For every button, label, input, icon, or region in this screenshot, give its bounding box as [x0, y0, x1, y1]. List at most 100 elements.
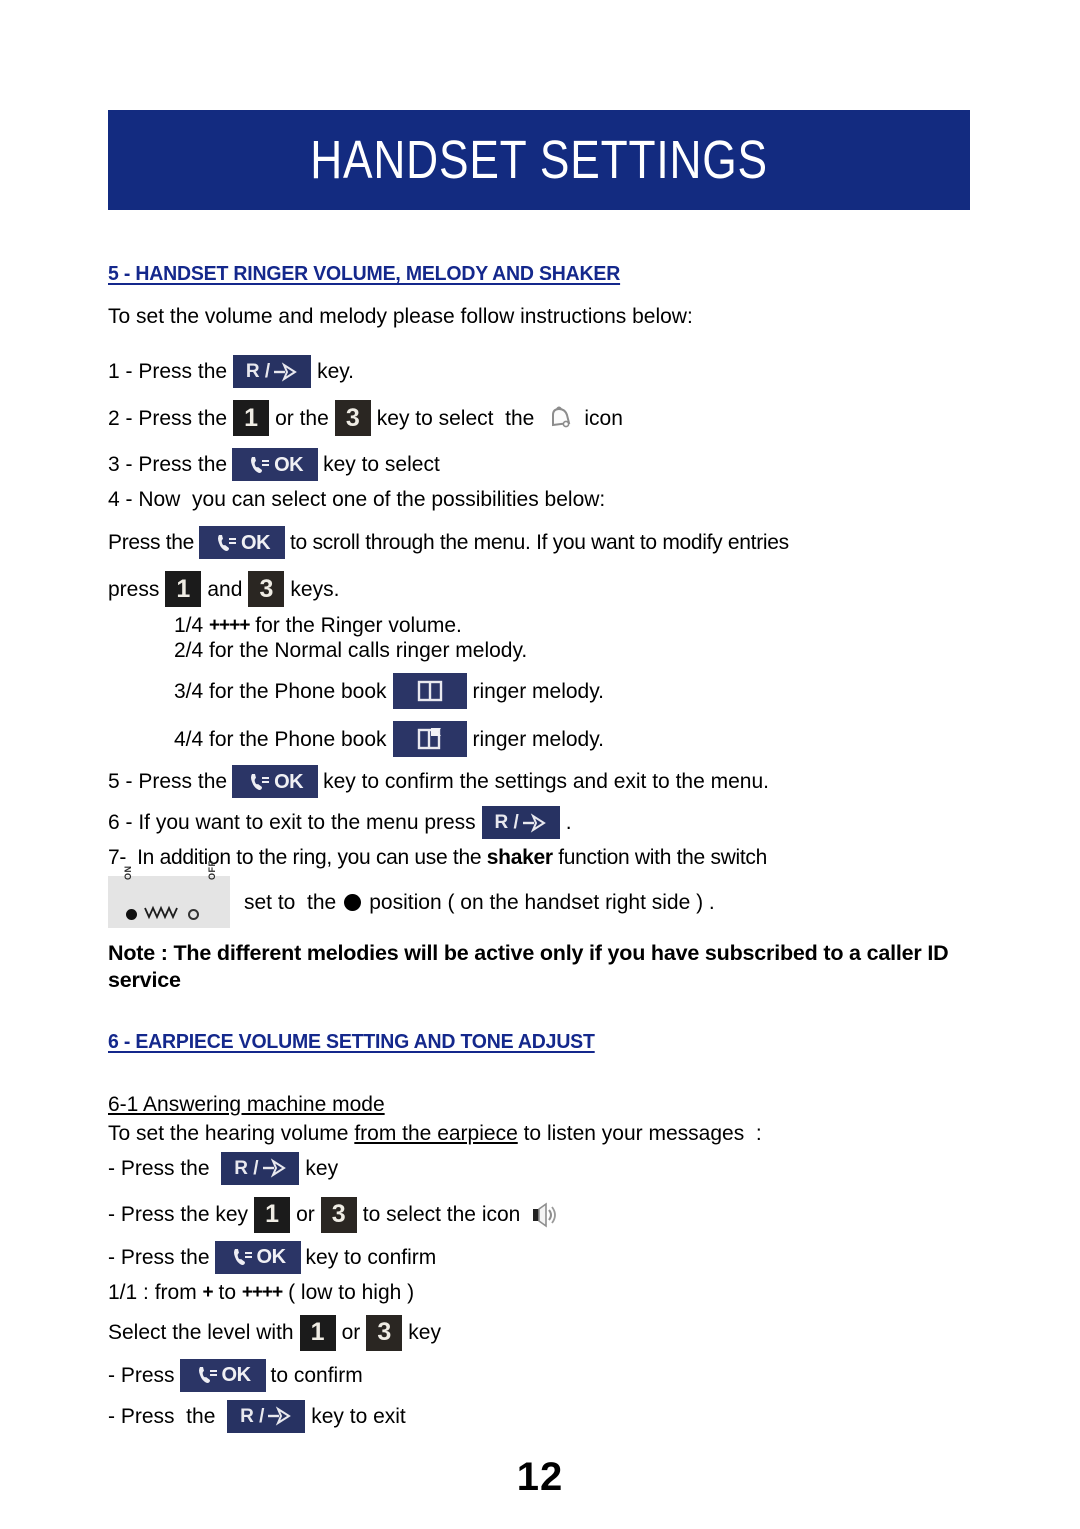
- page-banner: HANDSET SETTINGS: [108, 110, 970, 210]
- earpiece-confirm-before: - Press: [108, 1363, 175, 1387]
- earpiece-range-to: to: [218, 1280, 237, 1304]
- ok-confirm-key-icon[interactable]: OK: [179, 1358, 266, 1392]
- key-3-icon[interactable]: 3: [248, 571, 285, 607]
- r-exit-key-icon[interactable]: R /: [233, 355, 312, 388]
- handset-icon: [251, 456, 270, 473]
- step-5-text-before: 5 - Press the: [108, 770, 228, 793]
- step-2-text-icon: icon: [584, 406, 623, 430]
- step-1-text-after: key.: [317, 360, 355, 383]
- scroll-text-after: to scroll through the menu. If you want …: [290, 531, 789, 554]
- earpiece-step-3-row: - Press the OK key to confirm: [108, 1240, 988, 1274]
- handset-icon: [233, 1249, 252, 1266]
- shaker-off-dot-icon: [188, 909, 199, 920]
- option-3-text-before: 3/4 for the Phone book: [174, 679, 387, 703]
- press-text-after: keys.: [290, 577, 340, 601]
- ok-key-label: OK: [221, 1364, 252, 1387]
- section-5-intro-text: To set the volume and melody please foll…: [108, 305, 693, 328]
- earpiece-select-after: key: [408, 1321, 441, 1345]
- earpiece-step-2-row: - Press the key 1 or 3 to select the ico…: [108, 1196, 988, 1233]
- shaker-position-dot-icon: [344, 893, 362, 911]
- shaker-off-label: OFF: [207, 860, 217, 881]
- vibration-wave-icon: [144, 905, 178, 920]
- earpiece-step-3-before: - Press the: [108, 1245, 210, 1269]
- step-2-text-before: 2 - Press the: [108, 406, 228, 430]
- ok-key-label: OK: [241, 531, 271, 554]
- earpiece-step-1-row: - Press the R / key: [108, 1151, 988, 1185]
- step-5-row: 5 - Press the OK key to confirm the sett…: [108, 765, 988, 798]
- handset-icon: [251, 773, 270, 790]
- arrow-right-icon: [274, 361, 298, 382]
- shaker-on-dot-icon: [126, 909, 137, 920]
- r-exit-key-icon[interactable]: R /: [221, 1151, 300, 1185]
- press-keys-row: press 1 and 3 keys.: [108, 571, 988, 607]
- earpiece-step-2-after: to select the icon: [362, 1203, 521, 1227]
- earpiece-range-low: +: [202, 1281, 214, 1303]
- ok-scroll-key-icon[interactable]: OK: [199, 526, 286, 559]
- section-6-intro-row: To set the hearing volume from the earpi…: [108, 1123, 988, 1144]
- earpiece-range-row: 1/1 : from + to ++++ ( low to high ): [108, 1282, 988, 1303]
- handset-icon: [218, 534, 237, 551]
- option-2-row: 2/4 for the Normal calls ringer melody.: [108, 640, 988, 661]
- step-2-text-or: or the: [275, 406, 329, 430]
- earpiece-select-or: or: [341, 1321, 361, 1345]
- arrow-right-icon: [262, 1158, 286, 1178]
- step-7-shaker-word: shaker: [486, 846, 553, 869]
- earpiece-exit-row: - Press the R / key to exit: [108, 1399, 988, 1433]
- option-1-number: 1/4: [174, 614, 204, 637]
- section-6-subheading-row: 6-1 Answering machine mode: [108, 1094, 988, 1115]
- option-1-text: for the Ringer volume.: [255, 614, 462, 637]
- option-3-text-after: ringer melody.: [472, 679, 605, 703]
- r-key-label: R /: [245, 361, 271, 382]
- step-5-text-after: key to confirm the settings and exit to …: [323, 770, 769, 793]
- earpiece-step-2-or: or: [296, 1203, 315, 1227]
- r-exit-key-icon[interactable]: R /: [227, 1399, 306, 1433]
- ok-confirm-key-icon[interactable]: OK: [232, 765, 319, 798]
- option-3-row: 3/4 for the Phone book ringer melody.: [108, 673, 988, 709]
- section-6-intro-before: To set the hearing volume: [108, 1121, 349, 1145]
- ok-confirm-key-icon[interactable]: OK: [214, 1240, 301, 1274]
- ok-confirm-key-icon[interactable]: OK: [232, 448, 319, 481]
- r-exit-key-icon[interactable]: R /: [481, 806, 560, 839]
- earpiece-step-1-after: key: [305, 1156, 339, 1180]
- earpiece-step-3-after: key to confirm: [305, 1245, 437, 1269]
- scroll-text-before: Press the: [108, 531, 195, 554]
- press-text-and: and: [207, 577, 243, 601]
- step-7-position-text: position ( on the handset right side ) .: [369, 890, 715, 914]
- phonebook-vip-icon: [392, 721, 467, 757]
- key-1-icon[interactable]: 1: [233, 400, 270, 436]
- r-key-label: R /: [494, 812, 519, 833]
- phonebook-icon: [392, 673, 467, 709]
- step-2-row: 2 - Press the 1 or the 3 key to select t…: [108, 400, 988, 436]
- earpiece-select-before: Select the level with: [108, 1321, 294, 1345]
- earpiece-confirm-after: to confirm: [270, 1363, 363, 1387]
- earpiece-range-high: ++++: [241, 1281, 283, 1303]
- step-7-text-after: function with the switch: [558, 846, 767, 869]
- section-5-intro: To set the volume and melody please foll…: [108, 306, 988, 327]
- step-2-text-select: key to select the: [376, 406, 535, 430]
- key-1-icon[interactable]: 1: [165, 571, 202, 607]
- earpiece-exit-before: - Press the: [108, 1404, 216, 1428]
- page-content: 5 - HANDSET RINGER VOLUME, MELODY AND SH…: [108, 262, 988, 1433]
- press-text-before: press: [108, 577, 160, 601]
- option-4-row: 4/4 for the Phone book ringer melody.: [108, 721, 988, 757]
- arrow-right-icon: [268, 1406, 292, 1426]
- ok-key-label: OK: [274, 453, 304, 476]
- section-5-heading: 5 - HANDSET RINGER VOLUME, MELODY AND SH…: [108, 262, 621, 285]
- step-7-setto-text: set to the: [244, 890, 337, 914]
- key-3-icon[interactable]: 3: [334, 400, 371, 436]
- step-7-text-before: 7- In addition to the ring, you can use …: [108, 846, 482, 869]
- key-1-icon[interactable]: 1: [299, 1314, 336, 1351]
- section-6-intro-after: to listen your messages :: [523, 1121, 762, 1145]
- key-3-icon[interactable]: 3: [320, 1196, 357, 1233]
- step-3-row: 3 - Press the OK key to select: [108, 448, 988, 481]
- r-key-label: R /: [240, 1405, 265, 1427]
- key-3-icon[interactable]: 3: [366, 1314, 403, 1351]
- step-3-text-after: key to select: [323, 453, 440, 476]
- shaker-switch-icon: ON OFF: [108, 861, 230, 928]
- section-6-intro-emphasis: from the earpiece: [354, 1121, 518, 1145]
- earpiece-volume-icon: [528, 1200, 558, 1230]
- key-1-icon[interactable]: 1: [254, 1196, 291, 1233]
- melodies-note: Note : The different melodies will be ac…: [108, 941, 949, 992]
- option-1-row: 1/4 ++++ for the Ringer volume.: [108, 615, 988, 636]
- handset-icon: [198, 1367, 217, 1384]
